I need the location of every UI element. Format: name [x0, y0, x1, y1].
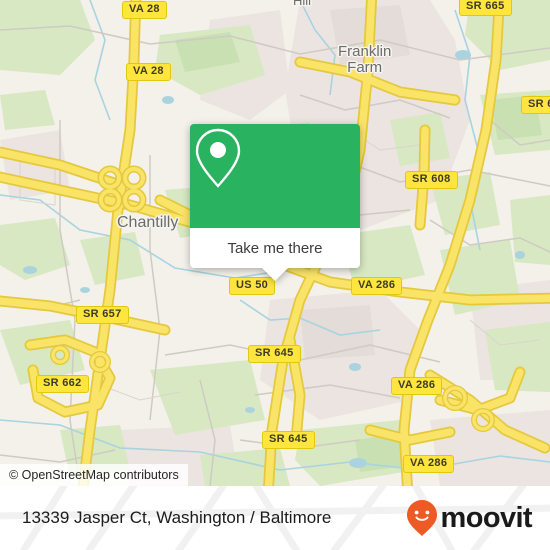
- highway-shield: VA 28: [126, 63, 171, 81]
- highway-shield: SR 645: [262, 431, 315, 449]
- highway-shield: SR 665: [459, 0, 512, 16]
- map-canvas[interactable]: Hill Franklin Farm Chantilly VA 28 VA 28…: [0, 0, 550, 486]
- highway-shield: VA 28: [122, 1, 167, 19]
- moovit-logo[interactable]: moovit: [405, 499, 533, 537]
- highway-shield: VA 286: [351, 277, 403, 295]
- highway-shield: SR 662: [36, 375, 89, 393]
- popup-card-tail: [262, 268, 288, 281]
- map-pin-icon: [195, 128, 241, 188]
- popup-card-header: [190, 124, 360, 228]
- highway-shield: VA 286: [391, 377, 443, 395]
- highway-shield: SR 645: [248, 345, 301, 363]
- moovit-pin-icon: [406, 500, 437, 536]
- highway-shield: VA 286: [403, 455, 455, 473]
- moovit-wordmark: moovit: [440, 501, 533, 534]
- highway-shield: SR 657: [76, 306, 129, 324]
- popup-card-action[interactable]: Take me there: [190, 228, 360, 281]
- highway-shield: SR 608: [405, 171, 458, 189]
- location-title: 13339 Jasper Ct, Washington / Baltimore: [22, 508, 332, 527]
- take-me-there-label: Take me there: [227, 239, 323, 257]
- map-attribution[interactable]: © OpenStreetMap contributors: [0, 464, 188, 486]
- attribution-text: © OpenStreetMap contributors: [9, 468, 179, 482]
- moovit-map-share-card: Hill Franklin Farm Chantilly VA 28 VA 28…: [0, 0, 550, 550]
- destination-popup-card[interactable]: Take me there: [190, 124, 360, 281]
- footer-bar: 13339 Jasper Ct, Washington / Baltimore …: [0, 486, 550, 550]
- highway-shield: SR 6: [521, 96, 550, 114]
